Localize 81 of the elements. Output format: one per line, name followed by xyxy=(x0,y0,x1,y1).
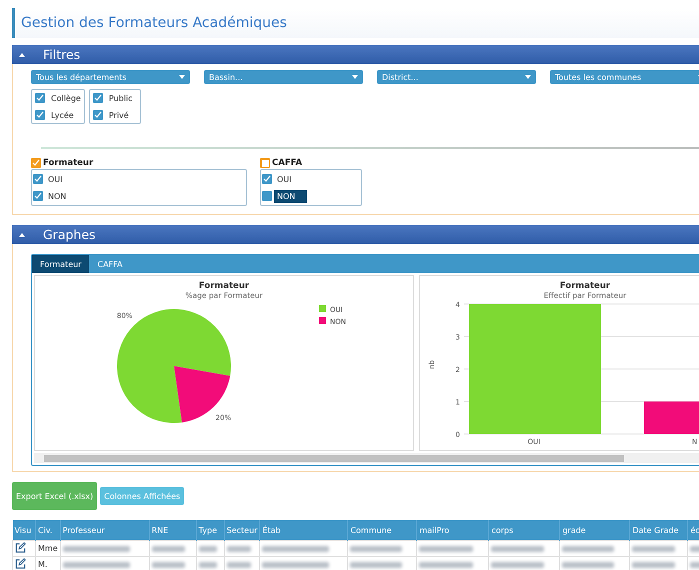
dropdown[interactable]: Bassin... xyxy=(204,70,363,84)
caret-icon xyxy=(352,75,358,79)
horizontal-scrollbar[interactable] xyxy=(34,453,699,463)
blurred-text xyxy=(226,562,252,568)
blurred-text xyxy=(262,546,329,552)
checkbox[interactable] xyxy=(260,158,270,168)
checkbox[interactable] xyxy=(262,174,272,184)
column-header[interactable]: Visu xyxy=(12,520,36,540)
dropdown[interactable]: Toutes les communes xyxy=(550,70,699,84)
blurred-text xyxy=(198,562,218,568)
option-item[interactable]: NON xyxy=(274,190,307,202)
column-header[interactable]: Commune xyxy=(348,520,417,540)
tab[interactable]: Formateur xyxy=(32,255,90,273)
checkbox-label: Privé xyxy=(108,110,129,120)
legend-swatch xyxy=(319,305,326,312)
column-header[interactable]: Type xyxy=(196,520,224,540)
dropdown[interactable]: District... xyxy=(377,70,536,84)
blurred-text xyxy=(632,562,675,568)
checkbox-label: Public xyxy=(108,94,133,102)
legend-swatch xyxy=(319,317,326,324)
column-header[interactable]: RNE xyxy=(149,520,196,540)
caret-icon xyxy=(179,75,185,79)
dropdown[interactable]: Tous les départements xyxy=(31,70,190,84)
option-item[interactable]: OUI xyxy=(274,172,295,186)
blurred-text xyxy=(562,562,614,568)
blurred-text xyxy=(491,562,544,568)
chart-title: Formateur xyxy=(198,281,250,291)
edit-icon[interactable] xyxy=(15,542,26,553)
group-title: CAFFA xyxy=(272,158,302,168)
checkbox-label: Collège xyxy=(51,94,81,102)
export-button[interactable]: Export Excel (.xlsx) xyxy=(12,482,98,510)
blurred-text xyxy=(350,546,402,552)
blurred-text xyxy=(62,546,130,552)
column-header[interactable]: Secteur xyxy=(224,520,260,540)
column-header[interactable]: Civ. xyxy=(36,520,60,540)
panel-title: Graphes xyxy=(43,227,96,242)
blurred-text xyxy=(226,546,252,552)
blurred-text xyxy=(262,562,329,568)
tab[interactable]: CAFFA xyxy=(89,255,130,273)
blurred-text xyxy=(152,546,186,552)
blurred-text xyxy=(419,562,474,568)
collapse-icon[interactable] xyxy=(19,52,25,56)
option-item[interactable]: NON xyxy=(45,190,70,202)
checkbox[interactable] xyxy=(92,93,103,103)
column-header[interactable]: grade xyxy=(560,520,630,540)
edit-icon[interactable] xyxy=(15,558,26,569)
option-item[interactable]: OUI xyxy=(45,172,66,186)
column-header[interactable]: mailPro xyxy=(416,520,489,540)
blurred-text xyxy=(419,546,474,552)
checkbox[interactable] xyxy=(33,191,43,201)
table-cell: M. xyxy=(36,556,60,570)
checkbox[interactable] xyxy=(31,158,41,168)
column-header[interactable]: corps xyxy=(488,520,560,540)
blurred-text xyxy=(350,562,402,568)
checkbox[interactable] xyxy=(92,110,103,120)
chart-title: Formateur xyxy=(560,281,610,291)
table-cell: Mme xyxy=(36,540,60,556)
blurred-text xyxy=(62,562,130,568)
caret-icon xyxy=(525,75,531,79)
bar xyxy=(644,402,699,434)
scrollbar-thumb[interactable] xyxy=(44,454,624,462)
group-title: Formateur xyxy=(43,158,94,168)
blurred-text xyxy=(632,546,675,552)
blurred-text xyxy=(562,546,614,552)
blurred-text xyxy=(491,546,544,552)
column-header[interactable]: Étab xyxy=(260,520,348,540)
checkbox[interactable] xyxy=(35,110,45,120)
columns-button[interactable]: Colonnes Affichées xyxy=(100,487,184,505)
panel-header[interactable]: Filtres xyxy=(12,45,699,64)
column-header[interactable]: Professeur xyxy=(60,520,150,540)
blurred-text xyxy=(198,546,218,552)
checkbox-label: Lycée xyxy=(51,110,74,120)
page-title: Gestion des Formateurs Académiques xyxy=(12,8,699,38)
blurred-text xyxy=(152,562,186,568)
panel-title: Filtres xyxy=(43,47,80,62)
checkbox[interactable] xyxy=(33,174,43,184)
collapse-icon[interactable] xyxy=(19,232,25,236)
column-header[interactable]: Date Grade xyxy=(630,520,688,540)
checkbox[interactable] xyxy=(262,191,272,201)
checkbox[interactable] xyxy=(35,93,45,103)
panel-header[interactable]: Graphes xyxy=(12,225,699,244)
